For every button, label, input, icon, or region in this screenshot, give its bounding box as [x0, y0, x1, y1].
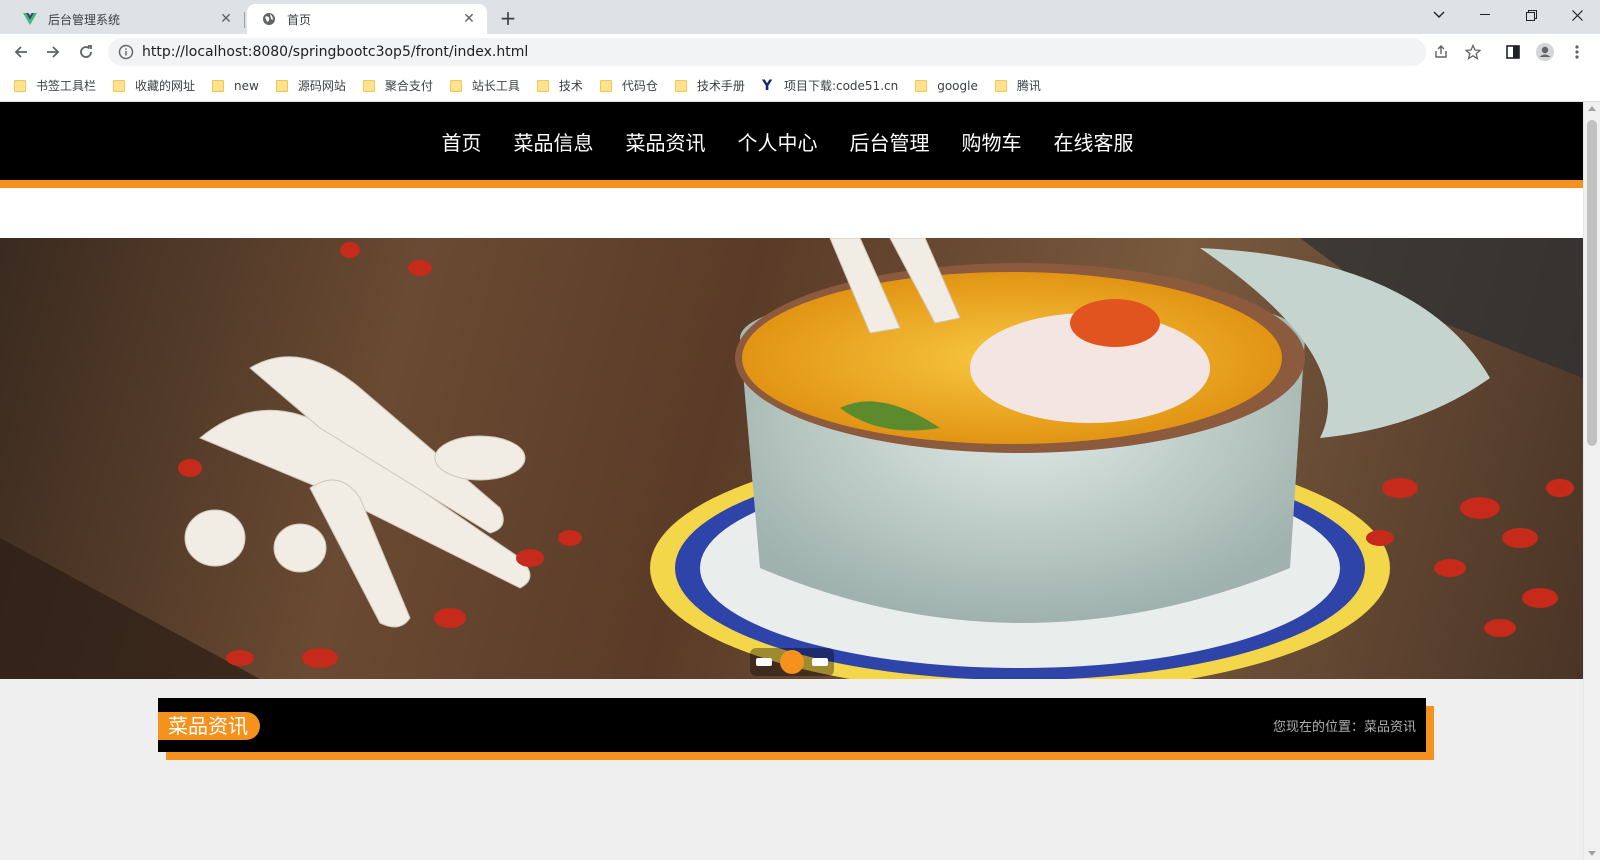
scroll-down-arrow-icon[interactable] [1588, 851, 1596, 856]
restore-icon [1525, 9, 1537, 21]
folder-icon [536, 79, 549, 92]
arrow-left-icon [14, 46, 27, 58]
page-viewport: 首页 菜品信息 菜品资讯 个人中心 后台管理 购物车 在线客服 菜品资讯 您现在… [0, 102, 1600, 860]
bookmark-item[interactable]: 技术手册 [674, 77, 745, 94]
tab-search-button[interactable] [1416, 0, 1462, 30]
minimize-icon [1480, 14, 1490, 15]
folder-icon [14, 79, 26, 92]
nav-item-cart[interactable]: 购物车 [962, 127, 1022, 156]
bookmark-star-button[interactable] [1461, 40, 1485, 64]
browser-toolbar: http://localhost:8080/springbootc3op5/fr… [0, 34, 1600, 70]
info-icon[interactable] [118, 44, 134, 60]
bookmark-item[interactable]: 聚合支付 [362, 77, 433, 94]
page-scrollbar[interactable] [1583, 102, 1600, 860]
folder-icon [449, 79, 462, 92]
bookmark-item[interactable]: Y 项目下载:code51.cn [762, 77, 898, 94]
bookmark-item[interactable]: 书签工具栏 [14, 77, 96, 94]
forward-button[interactable] [41, 40, 65, 64]
nav-item-admin[interactable]: 后台管理 [850, 127, 930, 156]
carousel-dot[interactable] [812, 658, 828, 666]
bookmark-item[interactable]: 站长工具 [449, 77, 520, 94]
profile-button[interactable] [1533, 40, 1557, 64]
reload-button[interactable] [74, 40, 98, 64]
close-icon[interactable]: ✕ [218, 11, 234, 27]
tab-strip: 后台管理系统 ✕ 首页 ✕ + [0, 0, 1600, 34]
carousel-dot[interactable] [756, 658, 772, 666]
folder-icon [212, 79, 225, 92]
nav-item-personal-center[interactable]: 个人中心 [738, 127, 818, 156]
url-text[interactable]: http://localhost:8080/springbootc3op5/fr… [142, 44, 528, 60]
scrollbar-thumb[interactable] [1587, 120, 1597, 446]
nav-item-dish-news[interactable]: 菜品资讯 [626, 127, 706, 156]
section-header: 菜品资讯 您现在的位置：菜品资讯 [158, 698, 1434, 760]
site-nav: 首页 菜品信息 菜品资讯 个人中心 后台管理 购物车 在线客服 [0, 102, 1583, 180]
bookmarks-bar: 书签工具栏 收藏的网址 new 源码网站 聚合支付 站长工具 技术 代码仓 技术… [0, 70, 1600, 102]
new-tab-button[interactable]: + [497, 8, 519, 30]
breadcrumb: 您现在的位置：菜品资讯 [1272, 720, 1416, 735]
carousel-dot-active[interactable] [780, 650, 804, 674]
kebab-menu-icon [1575, 45, 1579, 59]
tab-title: 后台管理系统 [48, 12, 121, 27]
close-icon [1571, 9, 1583, 21]
star-icon [1465, 44, 1481, 60]
folder-icon [113, 79, 126, 92]
browser-tab-admin[interactable]: 后台管理系统 ✕ [8, 4, 245, 34]
minimize-button[interactable] [1462, 0, 1508, 30]
bookmark-item[interactable]: 收藏的网址 [113, 77, 195, 94]
reload-icon [80, 45, 92, 58]
y-logo-icon: Y [761, 77, 773, 94]
address-bar[interactable]: http://localhost:8080/springbootc3op5/fr… [108, 38, 1426, 66]
folder-icon [275, 79, 288, 92]
avatar-icon [1536, 43, 1554, 61]
bookmark-item[interactable]: new [212, 79, 259, 93]
nav-item-customer-service[interactable]: 在线客服 [1054, 127, 1134, 156]
arrow-right-icon [47, 46, 60, 58]
section-title: 菜品资讯 [158, 712, 260, 740]
section-header-bar [158, 698, 1426, 752]
restore-button[interactable] [1508, 0, 1554, 30]
bookmark-item[interactable]: 代码仓 [599, 77, 658, 94]
close-window-button[interactable] [1554, 0, 1600, 30]
close-icon[interactable]: ✕ [461, 11, 477, 27]
browser-menu-button[interactable] [1565, 40, 1589, 64]
bookmark-item[interactable]: 源码网站 [275, 77, 346, 94]
folder-icon [599, 79, 612, 92]
carousel-indicators [750, 648, 834, 676]
side-panel-icon [1506, 45, 1520, 59]
tab-title: 首页 [287, 12, 312, 27]
banner-carousel[interactable] [0, 238, 1583, 679]
share-button[interactable] [1429, 40, 1453, 64]
folder-icon [915, 79, 928, 92]
back-button[interactable] [9, 40, 33, 64]
nav-item-dish-info[interactable]: 菜品信息 [514, 127, 594, 156]
nav-accent-strip [0, 180, 1583, 188]
globe-icon [261, 11, 277, 27]
scroll-up-arrow-icon[interactable] [1588, 106, 1596, 111]
share-icon [1435, 45, 1447, 58]
side-panel-button[interactable] [1501, 40, 1525, 64]
bookmark-item[interactable]: 技术 [536, 77, 583, 94]
spacer [0, 188, 1583, 238]
banner-image [0, 238, 1583, 679]
bookmark-item[interactable]: google [915, 79, 978, 93]
folder-icon [362, 79, 375, 92]
vue-logo-icon [22, 11, 38, 27]
chevron-down-icon [1433, 11, 1445, 18]
bookmark-item[interactable]: 腾讯 [994, 77, 1041, 94]
nav-item-home[interactable]: 首页 [442, 127, 482, 156]
folder-icon [994, 79, 1007, 92]
folder-icon [674, 79, 687, 92]
browser-tab-home[interactable]: 首页 ✕ [247, 4, 487, 34]
